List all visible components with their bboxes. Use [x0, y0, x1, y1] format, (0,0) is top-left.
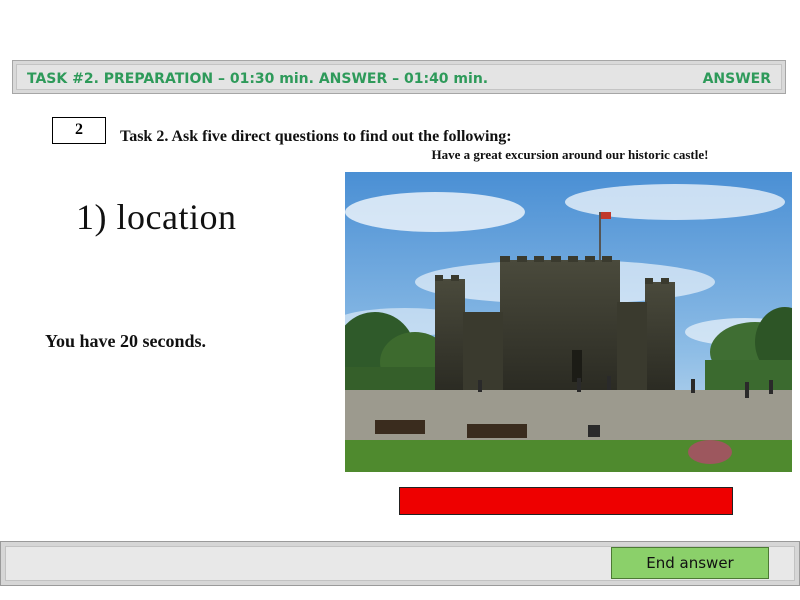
ad-caption: Have a great excursion around our histor… [345, 147, 795, 169]
task-header-bar: TASK #2. PREPARATION – 01:30 min. ANSWER… [12, 60, 786, 94]
castle-photo [345, 172, 792, 472]
task-instruction: Task 2. Ask five direct questions to fin… [120, 128, 512, 145]
progress-bar [399, 487, 733, 515]
question-item: 1) location [76, 197, 237, 237]
task-title: TASK #2. PREPARATION – 01:30 min. ANSWER… [27, 71, 489, 87]
task-number-badge: 2 [52, 117, 106, 144]
answer-label: ANSWER [702, 71, 771, 87]
end-answer-button[interactable]: End answer [611, 547, 769, 579]
task-header-inner: TASK #2. PREPARATION – 01:30 min. ANSWER… [16, 64, 782, 90]
timer-text: You have 20 seconds. [45, 331, 207, 351]
